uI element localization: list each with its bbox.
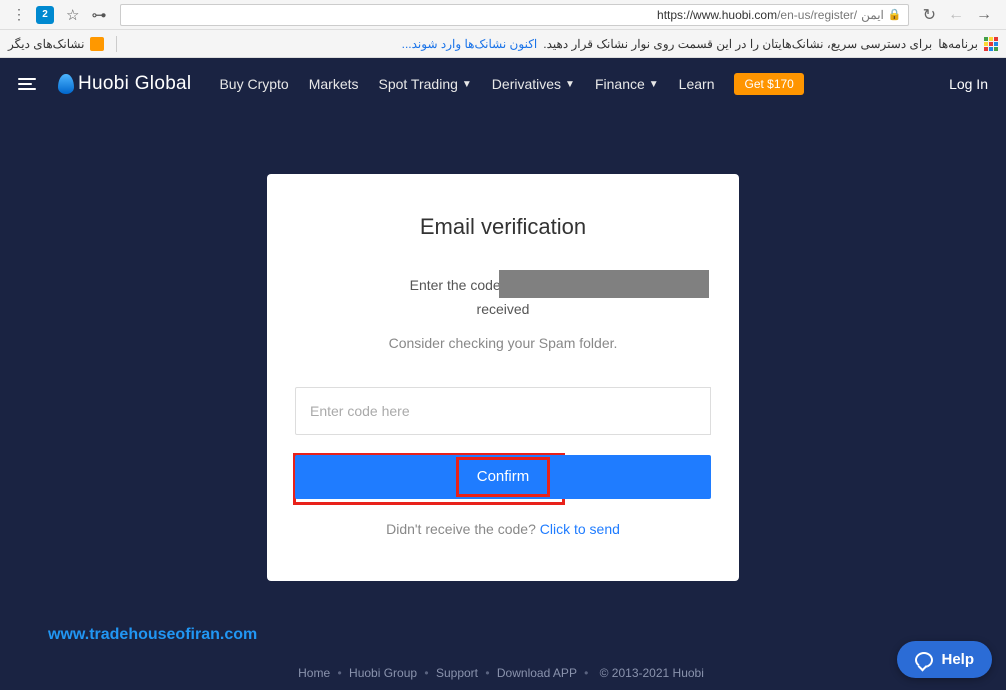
secure-label: ایمن — [861, 8, 884, 22]
chevron-down-icon: ▼ — [565, 79, 575, 90]
card-description-2: received — [295, 298, 711, 320]
folder-icon[interactable] — [90, 37, 104, 51]
page-body: Email verification Enter the code that y… — [0, 110, 1006, 690]
bookmark-star-icon[interactable]: ☆ — [66, 6, 79, 24]
separator — [116, 36, 117, 52]
browser-menu-icon[interactable]: ⋮ — [8, 6, 30, 23]
logo-text: Huobi Global — [78, 73, 191, 95]
reload-icon[interactable]: ↻ — [923, 5, 936, 25]
footer-copyright: © 2013-2021 Huobi — [600, 666, 704, 680]
footer-link-group[interactable]: Huobi Group — [349, 666, 417, 680]
confirm-button[interactable]: Confirm — [295, 455, 711, 499]
nav-buy-crypto[interactable]: Buy Crypto — [219, 76, 288, 92]
url-host: https://www.huobi.com — [657, 8, 777, 22]
bookmarks-bar: برنامه‌ها برای دسترسی سریع، نشانک‌هایتان… — [0, 30, 1006, 58]
extension-badge-icon[interactable]: 2 — [36, 6, 54, 24]
site-header: Huobi Global Buy Crypto Markets Spot Tra… — [0, 58, 1006, 110]
site-footer: Home • Huobi Group • Support • Download … — [0, 666, 1006, 680]
nav-markets[interactable]: Markets — [309, 76, 359, 92]
nav-spot-trading[interactable]: Spot Trading▼ — [379, 76, 472, 92]
spam-hint: Consider checking your Spam folder. — [295, 335, 711, 351]
browser-toolbar: ⋮ 2 ☆ ⊶ https://www.huobi.com/en-us/regi… — [0, 0, 1006, 30]
back-icon[interactable]: ← — [948, 6, 964, 24]
main-nav: Buy Crypto Markets Spot Trading▼ Derivat… — [219, 73, 803, 95]
resend-link[interactable]: Click to send — [540, 521, 620, 537]
card-description: Enter the code that your email — [295, 274, 711, 296]
redacted-email — [499, 270, 709, 298]
lock-icon: 🔒 — [888, 8, 902, 21]
forward-icon[interactable]: → — [976, 6, 992, 24]
verification-code-input[interactable] — [295, 387, 711, 435]
site-logo[interactable]: Huobi Global — [58, 73, 191, 95]
other-bookmarks-label[interactable]: نشانک‌های دیگر — [8, 37, 84, 51]
hamburger-menu-icon[interactable] — [18, 78, 36, 90]
chat-bubble-icon — [915, 652, 933, 668]
verification-card: Email verification Enter the code that y… — [267, 174, 739, 581]
nav-learn[interactable]: Learn — [679, 76, 715, 92]
nav-finance[interactable]: Finance▼ — [595, 76, 659, 92]
apps-grid-icon[interactable] — [984, 37, 998, 51]
chevron-down-icon: ▼ — [649, 79, 659, 90]
apps-label[interactable]: برنامه‌ها — [938, 37, 978, 51]
address-bar[interactable]: https://www.huobi.com/en-us/register/ ای… — [120, 4, 908, 26]
help-chat-button[interactable]: Help — [897, 641, 992, 678]
chevron-down-icon: ▼ — [462, 79, 472, 90]
login-link[interactable]: Log In — [949, 76, 988, 92]
url-path: /en-us/register/ — [777, 8, 857, 22]
card-title: Email verification — [295, 214, 711, 240]
footer-link-support[interactable]: Support — [436, 666, 478, 680]
footer-link-home[interactable]: Home — [298, 666, 330, 680]
import-bookmarks-link[interactable]: اکنون نشانک‌ها وارد شوند... — [402, 37, 538, 51]
logo-flame-icon — [58, 74, 74, 94]
footer-link-download[interactable]: Download APP — [497, 666, 577, 680]
bookmark-hint: برای دسترسی سریع، نشانک‌هایتان را در این… — [543, 37, 932, 51]
password-key-icon[interactable]: ⊶ — [91, 6, 106, 24]
watermark-text: www.tradehouseofiran.com — [48, 626, 257, 644]
resend-row: Didn't receive the code? Click to send — [295, 521, 711, 537]
nav-derivatives[interactable]: Derivatives▼ — [492, 76, 575, 92]
promo-badge[interactable]: Get $170 — [734, 73, 803, 95]
